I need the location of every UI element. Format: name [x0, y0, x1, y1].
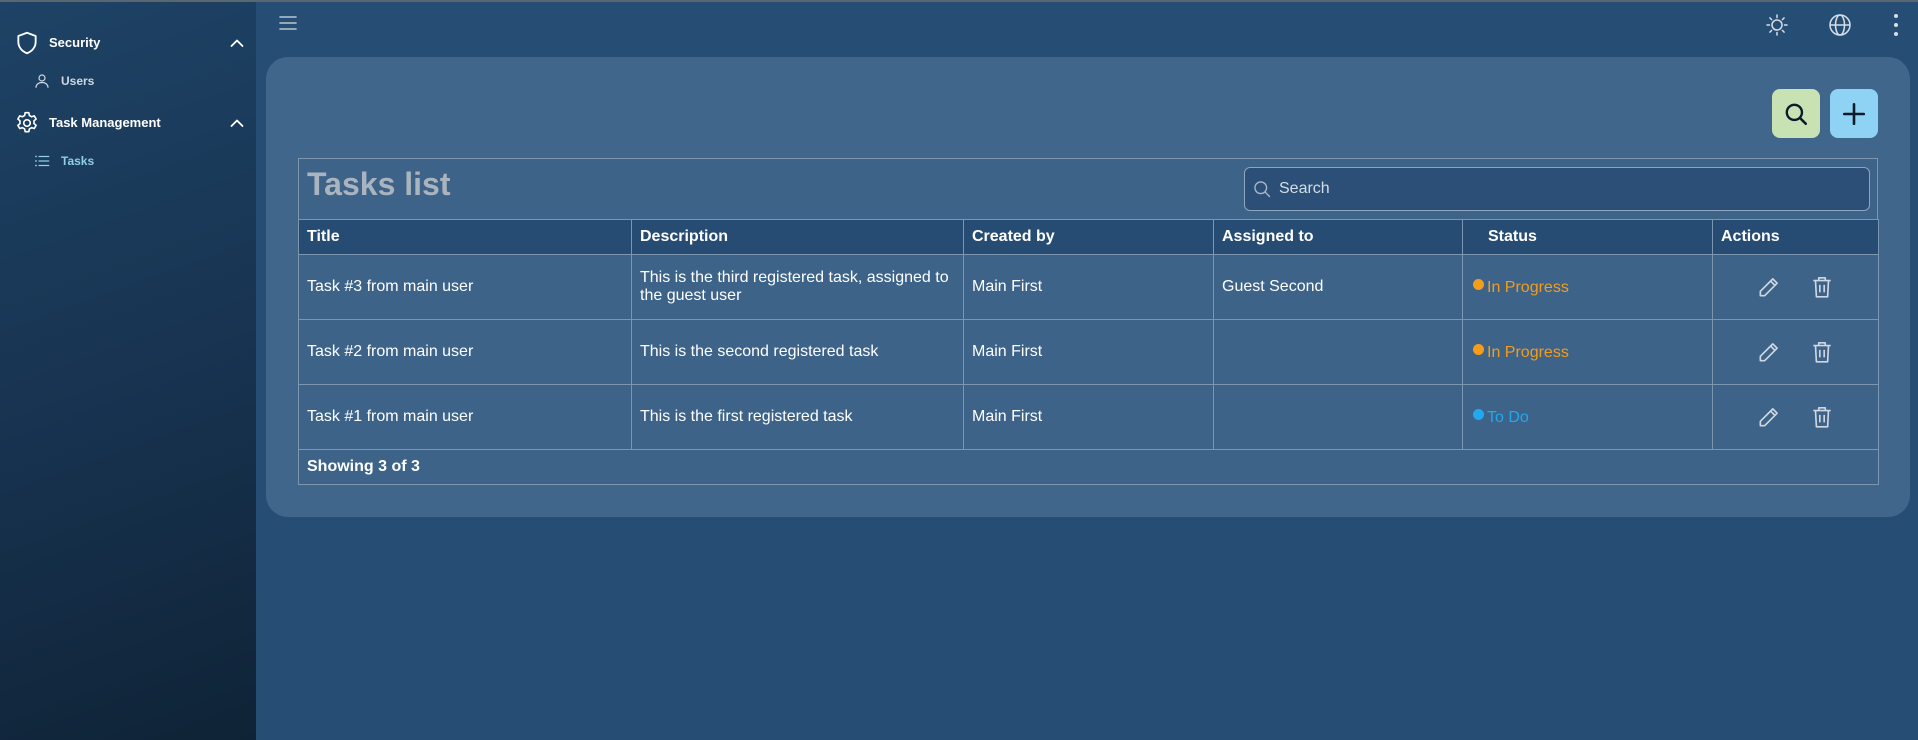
edit-icon[interactable] — [1756, 339, 1782, 365]
sidebar-item-label: Users — [61, 74, 95, 88]
task-description: This is the second registered task — [631, 319, 964, 385]
sidebar-group-security[interactable]: Security — [0, 22, 256, 62]
edit-icon[interactable] — [1756, 274, 1782, 300]
list-icon — [35, 155, 50, 167]
user-icon — [35, 74, 49, 88]
table-search-field[interactable] — [1244, 167, 1870, 211]
search-button[interactable] — [1772, 89, 1820, 138]
table-header-row: Title Description Created by Assigned to… — [298, 219, 1879, 255]
task-created-by: Main First — [963, 254, 1214, 320]
column-header-title[interactable]: Title — [298, 219, 632, 255]
task-actions — [1712, 319, 1879, 385]
status-dot — [1473, 409, 1484, 420]
table-footer-row: Showing 3 of 3 — [298, 449, 1879, 485]
chevron-up-icon[interactable] — [229, 115, 245, 131]
tasks-table: Title Description Created by Assigned to… — [298, 219, 1879, 485]
edit-icon[interactable] — [1756, 404, 1782, 430]
status-label: In Progress — [1487, 344, 1569, 361]
status-label: In Progress — [1487, 279, 1569, 296]
more-vertical-icon[interactable] — [1888, 12, 1904, 38]
task-title: Task #3 from main user — [298, 254, 632, 320]
status-dot — [1473, 279, 1484, 290]
task-actions — [1712, 384, 1879, 450]
add-task-button[interactable] — [1830, 89, 1878, 138]
delete-icon[interactable] — [1809, 404, 1835, 430]
pagination-summary: Showing 3 of 3 — [298, 449, 1879, 485]
task-assigned-to — [1213, 384, 1463, 450]
table-row: Task #3 from main user This is the third… — [298, 254, 1879, 320]
status-badge: In Progress — [1473, 279, 1569, 297]
sun-icon[interactable] — [1765, 13, 1789, 37]
sidebar: Security Users Task Management Tasks — [0, 2, 256, 740]
hamburger-icon[interactable] — [278, 14, 298, 32]
task-status-cell: In Progress — [1462, 254, 1713, 320]
sidebar-item-tasks[interactable]: Tasks — [0, 144, 256, 178]
task-status-cell: To Do — [1462, 384, 1713, 450]
task-title: Task #2 from main user — [298, 319, 632, 385]
column-header-status[interactable]: Status — [1462, 219, 1713, 255]
delete-icon[interactable] — [1809, 274, 1835, 300]
table-row: Task #1 from main user This is the first… — [298, 384, 1879, 450]
globe-icon[interactable] — [1828, 13, 1852, 37]
task-created-by: Main First — [963, 384, 1214, 450]
status-badge: To Do — [1473, 409, 1529, 427]
sidebar-group-label: Security — [49, 34, 101, 50]
sidebar-group-label: Task Management — [49, 114, 161, 130]
gear-icon — [17, 111, 37, 133]
search-icon — [1785, 103, 1808, 125]
task-description: This is the third registered task, assig… — [631, 254, 964, 320]
column-header-assigned-to[interactable]: Assigned to — [1213, 219, 1463, 255]
page-title: Tasks list — [307, 166, 451, 202]
search-input[interactable] — [1279, 168, 1859, 210]
chevron-up-icon[interactable] — [229, 35, 245, 51]
status-badge: In Progress — [1473, 344, 1569, 362]
column-header-description[interactable]: Description — [631, 219, 964, 255]
table-row: Task #2 from main user This is the secon… — [298, 319, 1879, 385]
plus-icon — [1842, 102, 1866, 125]
sidebar-item-users[interactable]: Users — [0, 64, 256, 98]
status-label: To Do — [1487, 409, 1529, 426]
task-assigned-to: Guest Second — [1213, 254, 1463, 320]
shield-icon — [17, 31, 37, 55]
sidebar-item-label: Tasks — [61, 154, 95, 168]
column-header-actions: Actions — [1712, 219, 1879, 255]
status-dot — [1473, 344, 1484, 355]
delete-icon[interactable] — [1809, 339, 1835, 365]
search-icon — [1254, 181, 1271, 198]
column-header-created-by[interactable]: Created by — [963, 219, 1214, 255]
task-status-cell: In Progress — [1462, 319, 1713, 385]
task-title: Task #1 from main user — [298, 384, 632, 450]
window-top-border — [0, 0, 1918, 2]
task-description: This is the first registered task — [631, 384, 964, 450]
task-assigned-to — [1213, 319, 1463, 385]
sidebar-group-task-management[interactable]: Task Management — [0, 102, 256, 142]
task-actions — [1712, 254, 1879, 320]
task-created-by: Main First — [963, 319, 1214, 385]
